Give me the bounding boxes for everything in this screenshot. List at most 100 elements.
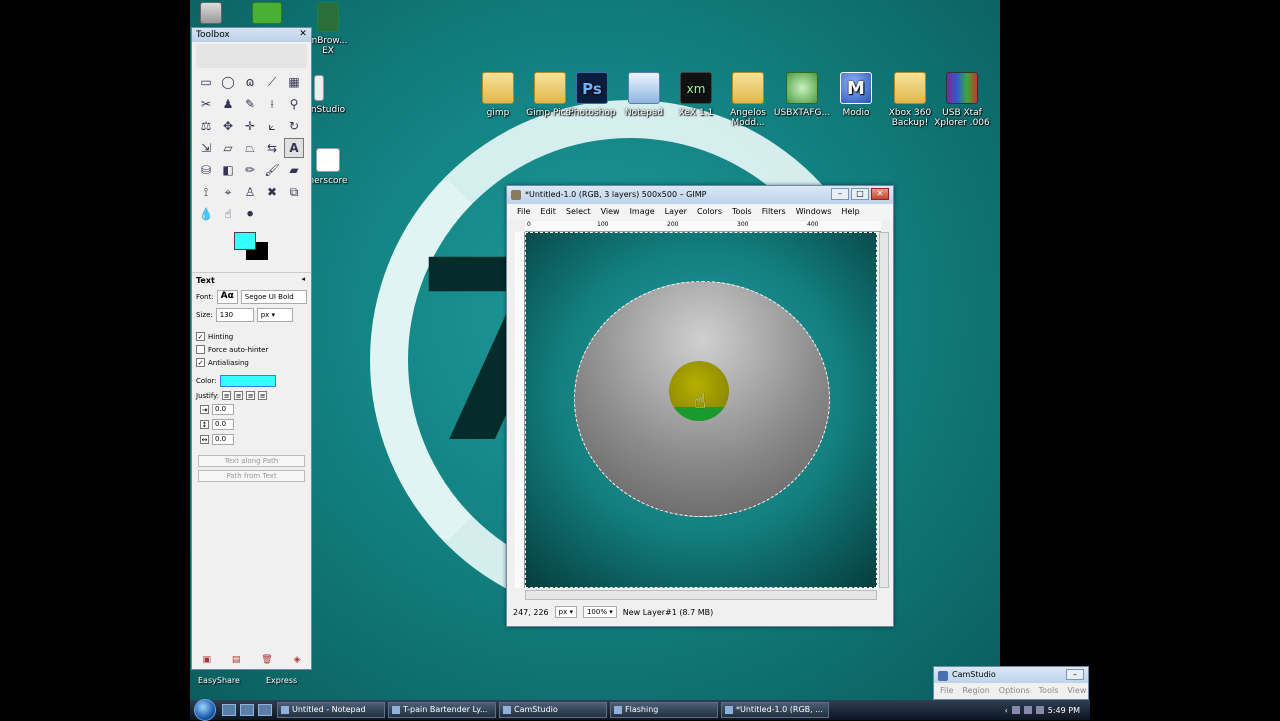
image-canvas[interactable]: ☝ [525,232,877,588]
menu-file[interactable]: File [517,204,530,220]
save-options-icon[interactable]: ▣ [202,655,211,665]
unit-select[interactable]: px ▾ [554,606,577,618]
menu-windows[interactable]: Windows [796,204,832,220]
scale-tool-icon[interactable]: ⇲ [196,138,216,158]
menu-image[interactable]: Image [630,204,655,220]
free-select-tool-icon[interactable]: ɷ [240,72,260,92]
fuzzy-select-tool-icon[interactable]: ⟋ [262,72,282,92]
menu-help[interactable]: Help [841,204,859,220]
force-autohinter-checkbox[interactable] [196,345,205,354]
express-label[interactable]: Express [266,676,297,685]
hinting-row[interactable]: ✓ Hinting [192,330,311,343]
quicklaunch-app-icon[interactable] [258,704,272,716]
dodge-burn-tool-icon[interactable]: ⚫ [240,204,260,224]
desktop-icon-item[interactable]: xm XeX 1.1 [666,72,726,118]
menu-select[interactable]: Select [566,204,591,220]
paths-tool-icon[interactable]: ✎ [240,94,260,114]
vertical-scrollbar[interactable] [879,232,889,588]
color-picker-tool-icon[interactable]: ⟊ [262,94,282,114]
bucket-fill-tool-icon[interactable]: ⛁ [196,160,216,180]
autohinter-row[interactable]: Force auto-hinter [192,343,311,356]
tray-app-icon[interactable] [1011,706,1020,714]
desktop-icon-item[interactable]: Xbox 360 Backup! [880,72,940,128]
desktop-icon-recycle-bin[interactable] [196,2,226,28]
crop-tool-icon[interactable]: ⟀ [262,116,282,136]
taskbar-button-flashing[interactable]: Flashing [610,702,718,718]
justify-center-icon[interactable]: ≡ [246,391,256,400]
show-desktop-icon[interactable] [222,704,236,716]
horizontal-ruler[interactable]: 0 100 200 300 400 [525,221,881,232]
letter-spacing-input[interactable]: 0.0 [212,434,234,445]
indent-input[interactable]: 0.0 [212,404,234,415]
airbrush-tool-icon[interactable]: ⟟ [196,182,216,202]
perspective-clone-tool-icon[interactable]: ⧉ [284,182,304,202]
taskbar-button-tpain[interactable]: T-pain Bartender Ly... [388,702,496,718]
easyshare-label[interactable]: EasyShare [198,676,240,685]
fg-bg-color-swatch[interactable] [232,232,311,266]
horizontal-scrollbar[interactable] [525,590,877,600]
size-unit-select[interactable]: px ▾ [256,308,293,322]
text-tool-icon[interactable]: A [284,138,304,158]
taskbar-button-notepad[interactable]: Untitled - Notepad [277,702,385,718]
font-preview-button[interactable]: Aα [216,290,238,304]
cam-menu-view[interactable]: View [1067,683,1086,699]
cam-menu-region[interactable]: Region [962,683,989,699]
size-input[interactable]: 130 [215,308,254,322]
heal-tool-icon[interactable]: ✖ [262,182,282,202]
taskbar-button-camstudio[interactable]: CamStudio [499,702,607,718]
desktop-icon-item[interactable]: USB Xtaf Xplorer .006 [932,72,992,128]
reset-options-icon[interactable]: ◈ [294,655,301,665]
ink-tool-icon[interactable]: ⌖ [218,182,238,202]
cam-menu-file[interactable]: File [940,683,953,699]
tray-volume-icon[interactable] [1035,706,1044,714]
rect-select-tool-icon[interactable]: ▭ [196,72,216,92]
ellipse-select-tool-icon[interactable]: ◯ [218,72,238,92]
desktop-icon-home[interactable] [252,2,282,28]
justify-right-icon[interactable]: ≡ [234,391,244,400]
desktop-icon-item[interactable]: USBXTAFG... [772,72,832,118]
smudge-tool-icon[interactable]: ☝ [218,204,238,224]
color-select-tool-icon[interactable]: ▦ [284,72,304,92]
justify-fill-icon[interactable]: ≡ [258,391,268,400]
switch-windows-icon[interactable] [240,704,254,716]
align-tool-icon[interactable]: ✛ [240,116,260,136]
path-from-text-button[interactable]: Path from Text [198,470,305,482]
foreground-color[interactable] [234,232,256,250]
shear-tool-icon[interactable]: ▱ [218,138,238,158]
desktop-icon-item[interactable]: Angelos Modd... [718,72,778,128]
vertical-ruler[interactable] [515,232,525,588]
zoom-tool-icon[interactable]: ⚲ [284,94,304,114]
measure-tool-icon[interactable]: ⚖ [196,116,216,136]
minimize-icon[interactable]: – [831,188,849,200]
desktop-icon-item[interactable]: gimp [468,72,528,118]
desktop-icon-scorer[interactable]: nerscore [308,148,348,186]
maximize-icon[interactable]: □ [851,188,869,200]
tray-expand-icon[interactable]: ‹ [1005,706,1008,715]
foreground-select-tool-icon[interactable]: ♟ [218,94,238,114]
delete-options-icon[interactable]: 🗑 [261,655,272,665]
justify-left-icon[interactable]: ≡ [222,391,232,400]
desktop-icon-item[interactable]: Notepad [614,72,674,118]
desktop-icon-item[interactable]: M Modio [826,72,886,118]
toolbox-titlebar[interactable]: Toolbox ✕ [192,28,311,42]
pencil-tool-icon[interactable]: ✏ [240,160,260,180]
blend-tool-icon[interactable]: ◧ [218,160,238,180]
start-button[interactable] [194,699,216,721]
line-spacing-input[interactable]: 0.0 [212,419,234,430]
cam-menu-tools[interactable]: Tools [1039,683,1059,699]
perspective-tool-icon[interactable]: ⏢ [240,138,260,158]
antialias-row[interactable]: ✓ Antialiasing [192,356,311,369]
minimize-icon[interactable]: – [1066,669,1084,680]
paintbrush-tool-icon[interactable]: 🖌 [262,160,282,180]
desktop-icon-item[interactable]: Ps Photoshop [562,72,622,118]
scissors-tool-icon[interactable]: ✂ [196,94,216,114]
rotate-tool-icon[interactable]: ↻ [284,116,304,136]
panel-menu-icon[interactable]: ◂ [301,275,305,283]
taskbar-button-gimp[interactable]: *Untitled-1.0 (RGB, ... [721,702,829,718]
gimp-titlebar[interactable]: *Untitled-1.0 (RGB, 3 layers) 500x500 – … [507,186,893,204]
menu-layer[interactable]: Layer [665,204,687,220]
clock[interactable]: 5:49 PM [1048,706,1080,715]
text-color-button[interactable] [219,375,276,387]
menu-filters[interactable]: Filters [762,204,786,220]
eraser-tool-icon[interactable]: ▰ [284,160,304,180]
